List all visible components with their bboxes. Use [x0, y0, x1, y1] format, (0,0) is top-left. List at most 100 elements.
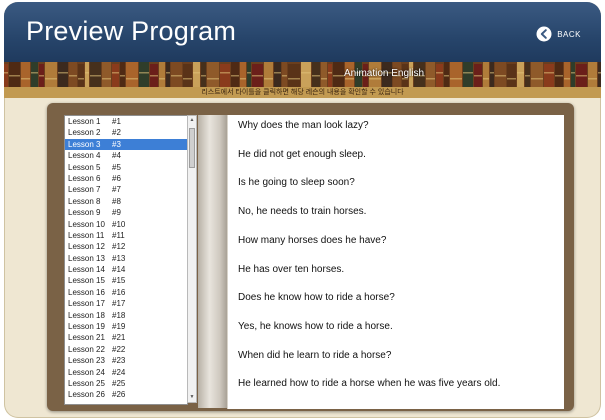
lesson-number: #13: [112, 253, 126, 263]
notice-text: 리스트에서 타이틀을 클릭하면 해당 레슨의 내용을 확인할 수 있습니다: [201, 89, 404, 96]
lesson-number: #2: [112, 128, 121, 138]
lesson-item[interactable]: Lesson 8 #8: [65, 196, 187, 207]
lesson-item[interactable]: Lesson 19 #19: [65, 321, 187, 332]
lesson-item[interactable]: Lesson 23 #23: [65, 355, 187, 366]
lesson-item[interactable]: Lesson 26 #26: [65, 389, 187, 400]
lesson-name: Lesson 19: [68, 322, 105, 332]
app-frame: Preview Program BACK Animation English 리…: [4, 2, 601, 418]
lesson-item[interactable]: Lesson 3 #3: [65, 138, 187, 151]
sentence-line: He did not get enough sleep.: [238, 148, 366, 160]
sentence-line: When did he learn to ride a horse?: [238, 349, 392, 361]
lesson-name: Lesson 16: [68, 287, 105, 297]
lesson-name: Lesson 18: [68, 310, 105, 320]
lesson-number: #21: [112, 333, 126, 343]
lesson-name: Lesson 3: [68, 139, 101, 149]
sentence-line: Does he know how to ride a horse?: [238, 292, 395, 304]
lesson-item[interactable]: Lesson 14 #14: [65, 264, 187, 275]
lesson-number: #19: [112, 322, 126, 332]
sentence-line: He has over ten horses.: [238, 263, 345, 275]
lesson-item[interactable]: Lesson 7 #7: [65, 184, 187, 195]
lesson-item[interactable]: Lesson 10 #10: [65, 219, 187, 230]
lesson-item[interactable]: Lesson 22 #22: [65, 344, 187, 355]
lesson-number: #12: [112, 242, 126, 252]
lesson-number: #25: [112, 378, 126, 388]
lesson-item[interactable]: Lesson 18 #18: [65, 310, 187, 321]
lesson-name: Lesson 25: [68, 378, 105, 388]
lesson-number: #26: [112, 390, 126, 400]
lesson-number: #11: [112, 230, 125, 240]
scroll-up-icon[interactable]: ▲: [188, 116, 196, 125]
lesson-number: #16: [112, 287, 126, 297]
lesson-item[interactable]: Lesson 21 #21: [65, 332, 187, 343]
lesson-name: Lesson 1: [68, 117, 101, 126]
page-title: Preview Program: [26, 16, 237, 46]
bookshelf-banner: Animation English: [4, 62, 601, 87]
scroll-down-icon[interactable]: ▼: [188, 393, 196, 402]
lesson-number: #6: [112, 173, 121, 183]
lesson-name: Lesson 15: [68, 276, 105, 286]
lesson-name: Lesson 8: [68, 196, 101, 206]
lesson-number: #22: [112, 344, 126, 354]
book-spine: [198, 115, 227, 408]
lesson-name: Lesson 7: [68, 185, 101, 195]
content-page: Why does the man look lazy? He did not ge…: [227, 115, 564, 409]
lesson-item[interactable]: Lesson 17 #17: [65, 298, 187, 309]
lesson-item[interactable]: Lesson 9 #9: [65, 207, 187, 218]
lesson-number: #14: [112, 265, 126, 275]
lesson-number: #17: [112, 299, 126, 309]
lesson-number: #5: [112, 162, 121, 172]
lesson-item[interactable]: Lesson 2 #2: [65, 127, 187, 138]
sentence-line: He learned how to ride a horse when he w…: [238, 378, 501, 390]
lesson-number: #7: [112, 185, 121, 195]
bookshelf-illustration: [4, 62, 601, 87]
lesson-name: Lesson 6: [68, 173, 101, 183]
sentence-line: No, he needs to train horses.: [238, 206, 367, 218]
header-bar: Preview Program BACK: [4, 2, 601, 62]
lesson-item[interactable]: Lesson 12 #12: [65, 241, 187, 252]
lesson-number: #18: [112, 310, 126, 320]
lesson-name: Lesson 22: [68, 344, 105, 354]
sentence-line: Is he going to sleep soon?: [238, 177, 355, 189]
lesson-number: #8: [112, 196, 121, 206]
lesson-name: Lesson 5: [68, 162, 101, 172]
lesson-number: #9: [112, 208, 121, 218]
lesson-number: #15: [112, 276, 126, 286]
lesson-item[interactable]: Lesson 15 #15: [65, 275, 187, 286]
lesson-name: Lesson 26: [68, 390, 105, 400]
lesson-list[interactable]: Lesson 1 #1 Lesson 2 #2 Lesson 3 #3 Lesson 4 #4…: [64, 115, 188, 405]
banner-label: Animation English: [344, 68, 425, 79]
lesson-name: Lesson 11: [68, 230, 105, 240]
lesson-name: Lesson 12: [68, 242, 105, 252]
lesson-name: Lesson 17: [68, 299, 105, 309]
lesson-number: #10: [112, 219, 126, 229]
lesson-list-scrollbar[interactable]: ▲ ▼: [187, 115, 197, 403]
lesson-item[interactable]: Lesson 4 #4: [65, 150, 187, 161]
lesson-name: Lesson 24: [68, 367, 105, 377]
lesson-item[interactable]: Lesson 5 #5: [65, 162, 187, 173]
lesson-item[interactable]: Lesson 1 #1: [65, 116, 187, 127]
lesson-name: Lesson 2: [68, 128, 101, 138]
back-button[interactable]: BACK: [536, 26, 581, 42]
sentence-line: Why does the man look lazy?: [238, 120, 369, 131]
lesson-number: #1: [112, 117, 121, 126]
lesson-item[interactable]: Lesson 24 #24: [65, 367, 187, 378]
back-label: BACK: [557, 29, 581, 39]
lesson-item[interactable]: Lesson 6 #6: [65, 173, 187, 184]
sentence-line: How many horses does he have?: [238, 234, 387, 246]
lesson-number: #23: [112, 356, 126, 366]
lesson-item[interactable]: Lesson 16 #16: [65, 287, 187, 298]
left-arrow-circle-icon: [536, 26, 552, 42]
lesson-name: Lesson 10: [68, 219, 105, 229]
lesson-number: #3: [112, 139, 121, 149]
lesson-number: #4: [112, 151, 121, 161]
notice-bar: 리스트에서 타이틀을 클릭하면 해당 레슨의 내용을 확인할 수 있습니다: [4, 87, 601, 98]
lesson-name: Lesson 4: [68, 151, 101, 161]
lesson-number: #24: [112, 367, 126, 377]
scroll-thumb[interactable]: [189, 128, 195, 168]
lesson-item[interactable]: Lesson 11 #11: [65, 230, 187, 241]
lesson-item[interactable]: Lesson 25 #25: [65, 378, 187, 389]
sentence-line: Yes, he knows how to ride a horse.: [238, 320, 393, 332]
lesson-item[interactable]: Lesson 13 #13: [65, 253, 187, 264]
lesson-name: Lesson 23: [68, 356, 105, 366]
lesson-name: Lesson 9: [68, 208, 101, 218]
